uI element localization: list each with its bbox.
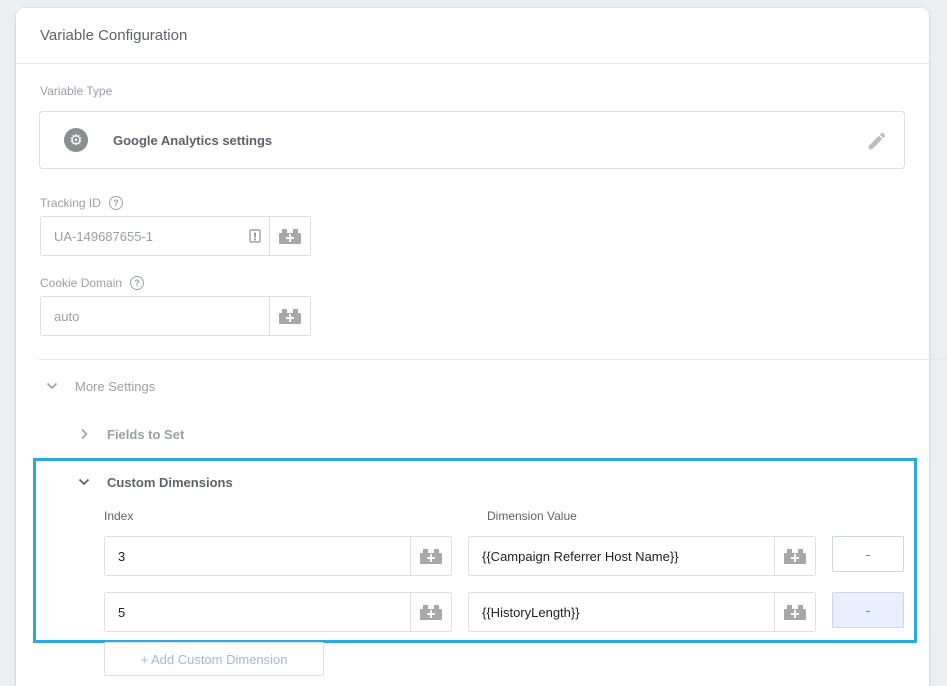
- add-custom-dimension-button[interactable]: + Add Custom Dimension: [104, 642, 324, 676]
- add-variable-icon: [279, 308, 301, 324]
- variable-type-label: Variable Type: [40, 84, 113, 98]
- clipboard-icon: [241, 217, 269, 255]
- cookie-domain-input[interactable]: auto: [41, 297, 269, 335]
- divider: [39, 359, 947, 360]
- gear-icon: ⚙: [64, 128, 88, 152]
- add-variable-icon: [279, 228, 301, 244]
- variable-type-name: Google Analytics settings: [113, 132, 273, 148]
- variable-picker-button[interactable]: [269, 217, 310, 255]
- more-settings-label: More Settings: [75, 378, 156, 394]
- card-title: Variable Configuration: [16, 8, 929, 64]
- chevron-right-icon: [81, 428, 88, 440]
- variable-type-selector[interactable]: ⚙ Google Analytics settings: [39, 111, 905, 169]
- tracking-id-input[interactable]: UA-149687655-1: [41, 217, 241, 255]
- cookie-domain-label: Cookie Domain ?: [40, 276, 145, 290]
- help-icon[interactable]: ?: [130, 276, 145, 290]
- fields-to-set-label: Fields to Set: [107, 426, 185, 442]
- pencil-icon[interactable]: [866, 130, 888, 152]
- cookie-domain-field[interactable]: auto: [40, 296, 311, 336]
- variable-picker-button[interactable]: [269, 297, 310, 335]
- fields-to-set-toggle[interactable]: Fields to Set: [75, 425, 184, 443]
- tracking-id-field[interactable]: UA-149687655-1: [40, 216, 311, 256]
- highlight-box: [33, 458, 917, 643]
- help-icon[interactable]: ?: [108, 196, 123, 210]
- tracking-id-label: Tracking ID ?: [40, 196, 123, 210]
- more-settings-toggle[interactable]: More Settings: [43, 377, 155, 395]
- chevron-down-icon: [46, 382, 58, 390]
